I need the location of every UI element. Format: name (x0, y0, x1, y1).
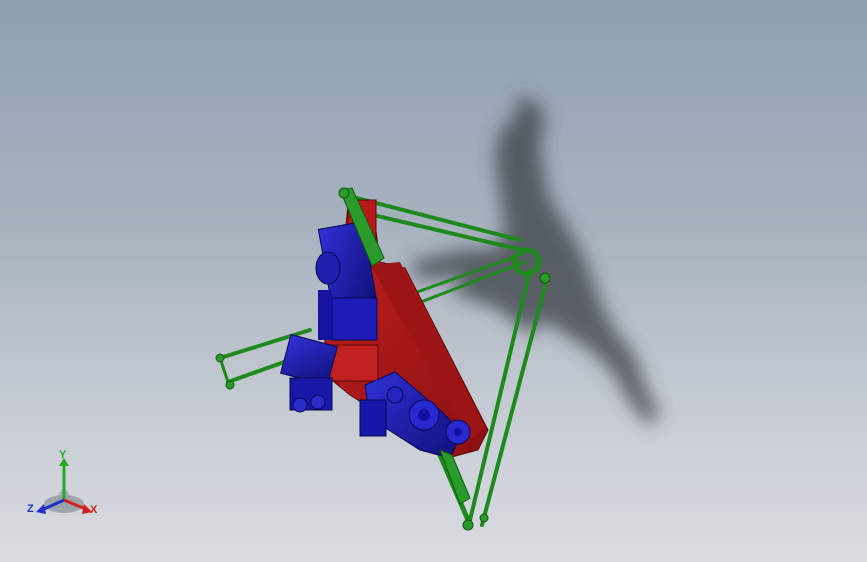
joint-left-top[interactable] (215, 353, 225, 363)
joint-bottom[interactable] (462, 519, 474, 531)
graphics-viewport[interactable]: Y Z X (0, 0, 867, 562)
joint-bottom-right[interactable] (479, 513, 489, 523)
joint-effector-right[interactable] (539, 272, 551, 284)
axis-z-label: Z (27, 503, 34, 515)
motor-left[interactable] (280, 333, 338, 413)
model-scene[interactable] (0, 0, 867, 562)
joint-left-bottom[interactable] (225, 380, 235, 390)
axis-y-label: Y (59, 449, 67, 461)
view-triad[interactable]: Y Z X (22, 448, 106, 522)
axis-x-label: X (90, 504, 98, 516)
frame-center-block (329, 344, 379, 382)
joint-top[interactable] (338, 187, 350, 199)
